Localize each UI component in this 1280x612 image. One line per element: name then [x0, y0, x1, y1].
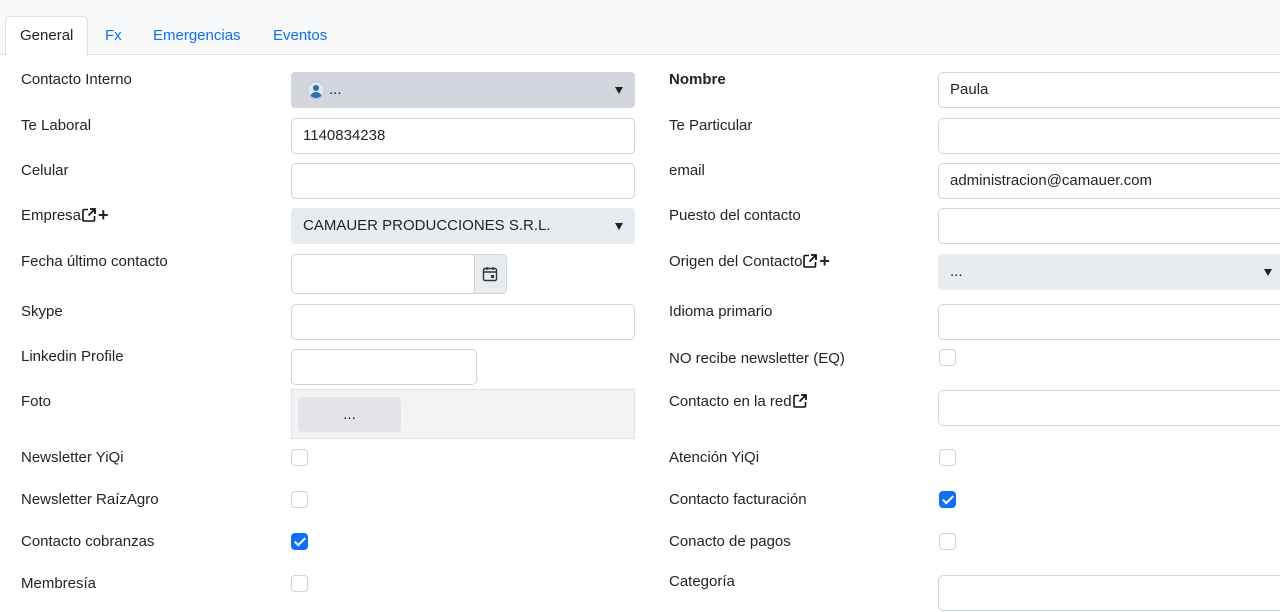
- nombre-label: Nombre: [669, 71, 726, 88]
- contacto-facturacion-label: Contacto facturación: [669, 491, 807, 508]
- conacto-pagos-label: Conacto de pagos: [669, 533, 791, 550]
- skype-input[interactable]: [291, 304, 635, 340]
- tab-eventos[interactable]: Eventos: [273, 17, 327, 55]
- no-newsletter-label: NO recibe newsletter (EQ): [669, 350, 845, 367]
- te-laboral-input[interactable]: 1140834238: [291, 118, 635, 154]
- contacto-interno-select[interactable]: ...: [291, 72, 635, 108]
- idioma-label: Idioma primario: [669, 303, 773, 320]
- empresa-value: CAMAUER PRODUCCIONES S.R.L.: [303, 217, 551, 234]
- contacto-red-label: Contacto en la red: [669, 393, 807, 410]
- atencion-yiqi-checkbox[interactable]: [939, 449, 956, 466]
- celular-input[interactable]: [291, 163, 635, 199]
- atencion-yiqi-label: Atención YiQi: [669, 449, 760, 466]
- tab-fx[interactable]: Fx: [105, 17, 122, 55]
- user-avatar-icon: [307, 81, 325, 99]
- calendar-icon: [482, 267, 498, 282]
- origen-label: Origen del Contacto +: [669, 252, 830, 270]
- plus-icon[interactable]: +: [819, 252, 830, 270]
- contacto-red-label-text: Contacto en la red: [669, 393, 792, 410]
- te-particular-label: Te Particular: [669, 117, 753, 134]
- external-link-icon[interactable]: [792, 394, 807, 408]
- puesto-label: Puesto del contacto: [669, 207, 801, 224]
- tab-general[interactable]: General: [5, 16, 89, 56]
- te-laboral-label: Te Laboral: [21, 117, 92, 134]
- foto-browse-button[interactable]: ...: [298, 397, 401, 432]
- categoria-input[interactable]: [938, 575, 1280, 611]
- fecha-ultimo-contacto-input[interactable]: [291, 254, 507, 294]
- email-label: email: [669, 162, 705, 179]
- foto-upload-panel: ...: [291, 389, 635, 439]
- contacto-cobranzas-checkbox[interactable]: [291, 533, 308, 550]
- foto-label: Foto: [21, 393, 52, 410]
- contacto-interno-value: ...: [329, 81, 342, 98]
- plus-icon[interactable]: +: [98, 206, 109, 224]
- origen-label-text: Origen del Contacto: [669, 253, 803, 270]
- membresia-checkbox[interactable]: [291, 575, 308, 592]
- skype-label: Skype: [21, 303, 63, 320]
- contacto-interno-label: Contacto Interno: [21, 71, 132, 88]
- chevron-down-icon: [615, 87, 623, 94]
- chevron-down-icon: [615, 223, 623, 230]
- newsletter-yiqi-checkbox[interactable]: [291, 449, 308, 466]
- no-newsletter-checkbox[interactable]: [939, 349, 956, 366]
- email-input[interactable]: administracion@camauer.com: [938, 163, 1280, 199]
- empresa-label-text: Empresa: [21, 207, 82, 224]
- idioma-input[interactable]: [938, 304, 1280, 340]
- origen-value: ...: [950, 263, 963, 280]
- contacto-cobranzas-label: Contacto cobranzas: [21, 533, 155, 550]
- chevron-down-icon: [1264, 269, 1272, 276]
- empresa-label: Empresa +: [21, 206, 109, 224]
- membresia-label: Membresía: [21, 575, 97, 592]
- celular-label: Celular: [21, 162, 69, 179]
- categoria-label: Categoría: [669, 573, 735, 590]
- origen-select[interactable]: ...: [938, 254, 1280, 290]
- linkedin-input[interactable]: [291, 349, 477, 385]
- te-particular-input[interactable]: [938, 118, 1280, 154]
- puesto-input[interactable]: [938, 208, 1280, 244]
- calendar-button[interactable]: [474, 255, 506, 293]
- nombre-input[interactable]: Paula: [938, 72, 1280, 108]
- newsletter-raizagro-label: Newsletter RaízAgro: [21, 491, 159, 508]
- external-link-icon[interactable]: [82, 208, 96, 222]
- external-link-icon[interactable]: [803, 254, 818, 268]
- conacto-pagos-checkbox[interactable]: [939, 533, 956, 550]
- contacto-red-input[interactable]: [938, 390, 1280, 426]
- empresa-select[interactable]: CAMAUER PRODUCCIONES S.R.L.: [291, 208, 635, 244]
- newsletter-raizagro-checkbox[interactable]: [291, 491, 308, 508]
- fecha-ultimo-contacto-label: Fecha último contacto: [21, 253, 168, 270]
- contacto-facturacion-checkbox[interactable]: [939, 491, 956, 508]
- tab-bar: General Fx Emergencias Eventos: [0, 0, 1280, 56]
- tab-emergencias[interactable]: Emergencias: [153, 17, 241, 55]
- linkedin-label: Linkedin Profile: [21, 348, 124, 365]
- newsletter-yiqi-label: Newsletter YiQi: [21, 449, 124, 466]
